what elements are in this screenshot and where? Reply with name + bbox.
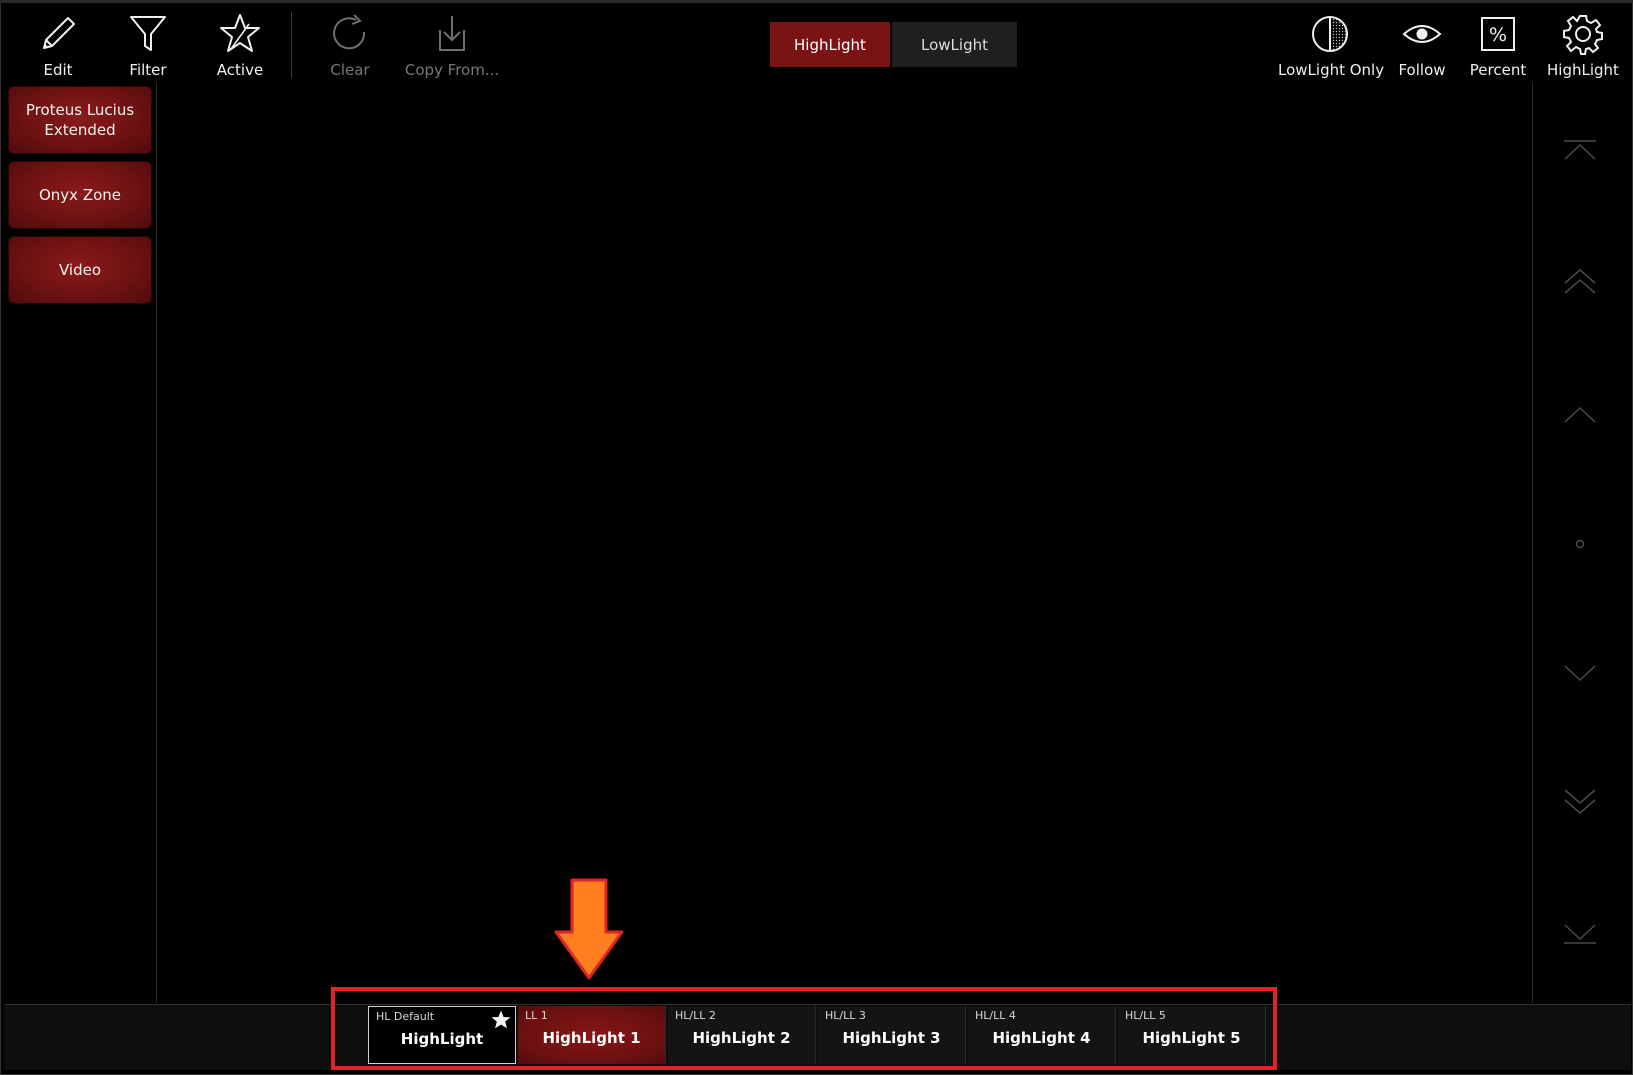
pencil-icon <box>43 17 75 49</box>
scroll-to-bottom-button[interactable] <box>1562 922 1598 948</box>
page-up-button[interactable] <box>1562 268 1598 294</box>
scroll-bottom-icon <box>1564 924 1596 944</box>
highlight-toggle-button[interactable]: HighLight <box>770 22 890 67</box>
sidebar-item-proteus-lucius-extended[interactable]: Proteus Lucius Extended <box>8 86 152 154</box>
highlight-settings-tool[interactable]: HighLight <box>1546 8 1620 80</box>
refresh-icon <box>333 14 366 50</box>
gear-icon <box>1563 15 1603 55</box>
star-outline-icon <box>220 14 260 52</box>
chevron-down-icon <box>1564 665 1596 682</box>
clear-label: Clear <box>330 61 370 79</box>
percent-icon: % <box>1481 17 1515 51</box>
double-chevron-up-icon <box>1564 269 1596 294</box>
annotation-arrow-icon <box>554 878 624 980</box>
follow-tool[interactable]: Follow <box>1392 8 1452 80</box>
follow-label: Follow <box>1398 61 1446 79</box>
copy-from-tool[interactable]: Copy From... <box>404 8 500 80</box>
active-tool[interactable]: Active <box>208 8 272 80</box>
page-down-button[interactable] <box>1562 789 1598 815</box>
chevron-up-icon <box>1564 406 1596 423</box>
edit-label: Edit <box>43 61 73 79</box>
scroll-up-button[interactable] <box>1562 401 1598 427</box>
eye-icon <box>1402 25 1442 43</box>
filter-label: Filter <box>129 61 167 79</box>
toolbar-separator <box>291 12 292 78</box>
copy-from-label: Copy From... <box>404 61 500 79</box>
sidebar-item-label: Onyx Zone <box>38 186 122 204</box>
scroll-to-top-button[interactable] <box>1562 136 1598 162</box>
window-top-edge <box>0 0 1633 3</box>
sidebar-item-label: Proteus Lucius Extended <box>25 101 135 139</box>
lowlight-only-label: LowLight Only <box>1278 61 1385 79</box>
filter-icon <box>130 16 166 51</box>
annotation-highlight-box <box>331 987 1277 1070</box>
percent-tool[interactable]: % Percent <box>1466 8 1530 80</box>
sidebar-item-video[interactable]: Video <box>8 236 152 304</box>
scroll-down-button[interactable] <box>1562 661 1598 687</box>
edit-tool[interactable]: Edit <box>28 8 88 80</box>
fixture-display-area[interactable] <box>157 83 1533 1003</box>
scroll-top-icon <box>1564 140 1596 160</box>
double-chevron-down-icon <box>1564 789 1596 814</box>
highlight-settings-label: HighLight <box>1547 61 1619 79</box>
scroll-center-button[interactable] <box>1562 531 1598 557</box>
sidebar-item-label: Video <box>58 261 102 279</box>
filter-tool[interactable]: Filter <box>116 8 180 80</box>
center-dot-icon <box>1575 539 1585 549</box>
sidebar-item-onyx-zone[interactable]: Onyx Zone <box>8 161 152 229</box>
half-circle-icon <box>1312 16 1348 52</box>
download-icon <box>439 16 465 51</box>
lowlight-only-tool[interactable]: LowLight Only <box>1278 8 1385 80</box>
clear-tool[interactable]: Clear <box>318 8 382 80</box>
lowlight-toggle-button[interactable]: LowLight <box>892 22 1017 67</box>
active-label: Active <box>216 61 264 79</box>
percent-label: Percent <box>1469 61 1527 79</box>
svg-text:%: % <box>1489 24 1507 46</box>
